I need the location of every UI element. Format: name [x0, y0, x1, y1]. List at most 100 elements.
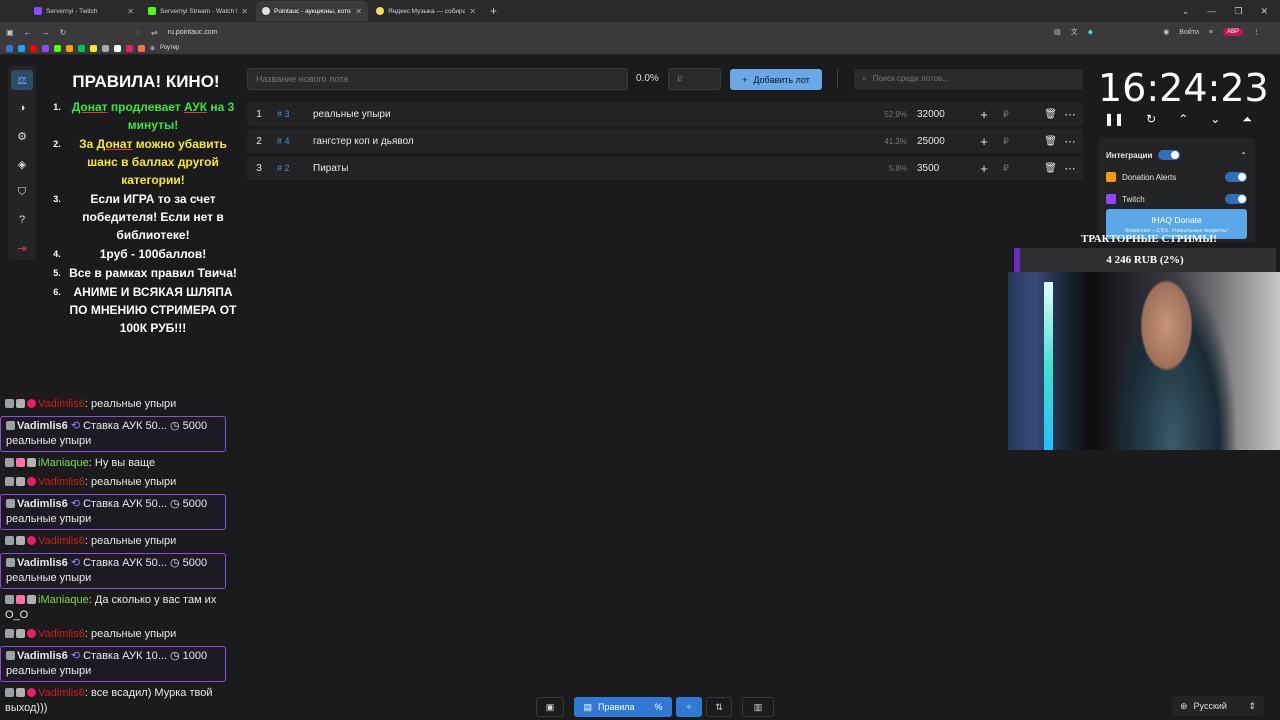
help-icon[interactable]: ? [11, 210, 33, 230]
close-tab-icon[interactable]: ✕ [355, 7, 362, 16]
more-icon[interactable]: ⋯ [1057, 108, 1083, 121]
translate-icon[interactable]: 文 [1071, 27, 1078, 37]
browser-tab[interactable]: Servernyi - Twitch ✕ [28, 1, 140, 21]
bookmark-icon[interactable] [66, 44, 73, 52]
screenshot-icon[interactable]: ▤ [1054, 28, 1061, 36]
bookmark-icon[interactable] [114, 44, 121, 52]
rule-text-part: АУК [184, 100, 208, 114]
lot-rank: 3 [256, 162, 262, 174]
chat-username: Vadimlis6 [17, 420, 68, 432]
lot-search-input[interactable]: ⌕ Поиск среди лотов... [854, 69, 1083, 90]
twitch-bookmark-icon[interactable] [42, 44, 49, 52]
youtube-bookmark-icon[interactable] [30, 44, 37, 52]
donation-text: реальные упыри [6, 513, 92, 525]
donation-alerts-toggle[interactable] [1225, 172, 1247, 182]
percent-icon[interactable]: % [655, 702, 663, 712]
more-icon[interactable]: ⋯ [1057, 135, 1083, 148]
save-icon[interactable]: ▣ [536, 697, 564, 717]
pause-icon[interactable]: ❚❚ [1104, 112, 1124, 127]
chevron-down-icon[interactable]: ⌄ [1210, 112, 1220, 127]
back-icon[interactable]: ← [24, 28, 32, 37]
settings-icon[interactable]: ⚙ [11, 126, 33, 146]
donation-desc: Ставка АУК 10... [83, 650, 167, 662]
add-lot-button[interactable]: + Добавить лот [730, 69, 822, 90]
lot-name[interactable]: Пираты [313, 163, 867, 174]
kick-bookmark-icon[interactable] [54, 44, 61, 52]
bookmark-icon[interactable] [138, 44, 145, 52]
tab-list-icon[interactable]: ⌄ [1182, 6, 1190, 17]
bookmark-icon[interactable] [6, 44, 13, 52]
chat-message: Vadimlis6: все всадил) Мурка твой выход)… [5, 687, 213, 714]
notification-badge[interactable]: ABP [1222, 28, 1243, 36]
shield-icon[interactable]: ◌ [136, 28, 141, 37]
new-lot-input[interactable]: Название нового лота [247, 68, 628, 90]
more-icon[interactable]: ⋯ [1057, 162, 1083, 175]
integrations-title: Интеграции [1106, 150, 1153, 160]
rules-button[interactable]: ▤ Правила % [574, 697, 672, 717]
layout-icon[interactable]: ▥ [742, 697, 774, 717]
sort-icon[interactable]: ⇅ [706, 697, 732, 717]
reload-icon[interactable]: ↻ [60, 28, 67, 37]
language-select[interactable]: ⊕ Русский ⇕ [1172, 696, 1264, 716]
lot-id[interactable]: # 4 [271, 136, 313, 146]
auction-icon[interactable]: ⚖ [11, 70, 33, 90]
ruble-icon[interactable]: ₽ [995, 136, 1017, 147]
user-badge-icon [16, 399, 25, 408]
add-amount-icon[interactable]: + [973, 161, 995, 176]
total-icon[interactable]: ÷ [676, 697, 702, 717]
delete-icon[interactable]: 🗑 [1017, 109, 1057, 120]
bookmark-icon[interactable] [90, 44, 97, 52]
browser-tab[interactable]: Яндекс Музыка — собира ✕ [370, 1, 482, 21]
lot-id[interactable]: # 2 [271, 163, 313, 173]
browser-tab-active[interactable]: Pointauc - аукционы, котор ✕ [256, 1, 368, 21]
ruble-icon[interactable]: ₽ [995, 109, 1017, 120]
lot-amount-input[interactable]: ₽ [668, 68, 721, 90]
shield-icon[interactable]: ⛉ [11, 182, 33, 202]
close-tab-icon[interactable]: ✕ [469, 7, 476, 16]
twitch-toggle[interactable] [1225, 194, 1247, 204]
sub-badge-icon [27, 595, 36, 604]
twitch-badge-icon [5, 477, 14, 486]
extension-icon[interactable]: ◆ [1088, 28, 1093, 36]
logout-icon[interactable]: ⇥ [11, 238, 33, 258]
site-settings-icon[interactable]: ⇌ [151, 28, 158, 37]
lot-name[interactable]: реальные упыри [313, 109, 867, 120]
bookmark-icon[interactable] [126, 44, 133, 52]
close-tab-icon[interactable]: ✕ [241, 7, 248, 16]
login-button[interactable]: Войти [1179, 29, 1199, 36]
browser-tab[interactable]: Servernyi Stream - Watch Live ✕ [142, 1, 254, 21]
add-amount-icon[interactable]: + [973, 107, 995, 122]
integrations-toggle[interactable] [1158, 150, 1181, 160]
new-tab-icon[interactable]: + [490, 4, 497, 18]
minimize-icon[interactable]: — [1207, 6, 1216, 16]
forward-icon[interactable]: → [42, 28, 50, 37]
bookmark-router[interactable]: Роутер [160, 45, 179, 51]
lot-amount[interactable]: 32000 [917, 109, 973, 120]
double-chevron-up-icon[interactable]: ⏶ [1242, 112, 1252, 127]
lot-amount[interactable]: 25000 [917, 136, 973, 147]
wheel-icon[interactable]: ◑ [11, 98, 33, 118]
rule-text-part: За [79, 137, 97, 151]
bookmark-icon[interactable] [78, 44, 85, 52]
collapse-icon[interactable]: ⌃ [1240, 151, 1247, 160]
close-window-icon[interactable]: ✕ [1260, 6, 1268, 17]
more-icon[interactable]: ⋮ [1253, 28, 1260, 36]
account-icon[interactable]: ◉ [1163, 28, 1169, 36]
lot-name[interactable]: гангстер коп и дьявол [313, 136, 867, 147]
close-tab-icon[interactable]: ✕ [127, 7, 134, 16]
delete-icon[interactable]: 🗑 [1017, 136, 1057, 147]
lot-id[interactable]: # 3 [271, 109, 313, 119]
sidebar-toggle-icon[interactable]: ▣ [6, 28, 14, 37]
reset-icon[interactable]: ↻ [1146, 112, 1156, 127]
lot-amount[interactable]: 3500 [917, 163, 973, 174]
url-field[interactable]: ru.pointauc.com [168, 29, 218, 36]
menu-icon[interactable]: ≡ [1209, 29, 1213, 36]
ruble-icon[interactable]: ₽ [995, 163, 1017, 174]
delete-icon[interactable]: 🗑 [1017, 163, 1057, 174]
bookmark-icon[interactable] [102, 44, 109, 52]
chevron-up-icon[interactable]: ⌃ [1178, 112, 1188, 127]
history-icon[interactable]: ◈ [11, 154, 33, 174]
bookmark-icon[interactable] [18, 44, 25, 52]
maximize-icon[interactable]: ❐ [1234, 6, 1242, 17]
add-amount-icon[interactable]: + [973, 134, 995, 149]
